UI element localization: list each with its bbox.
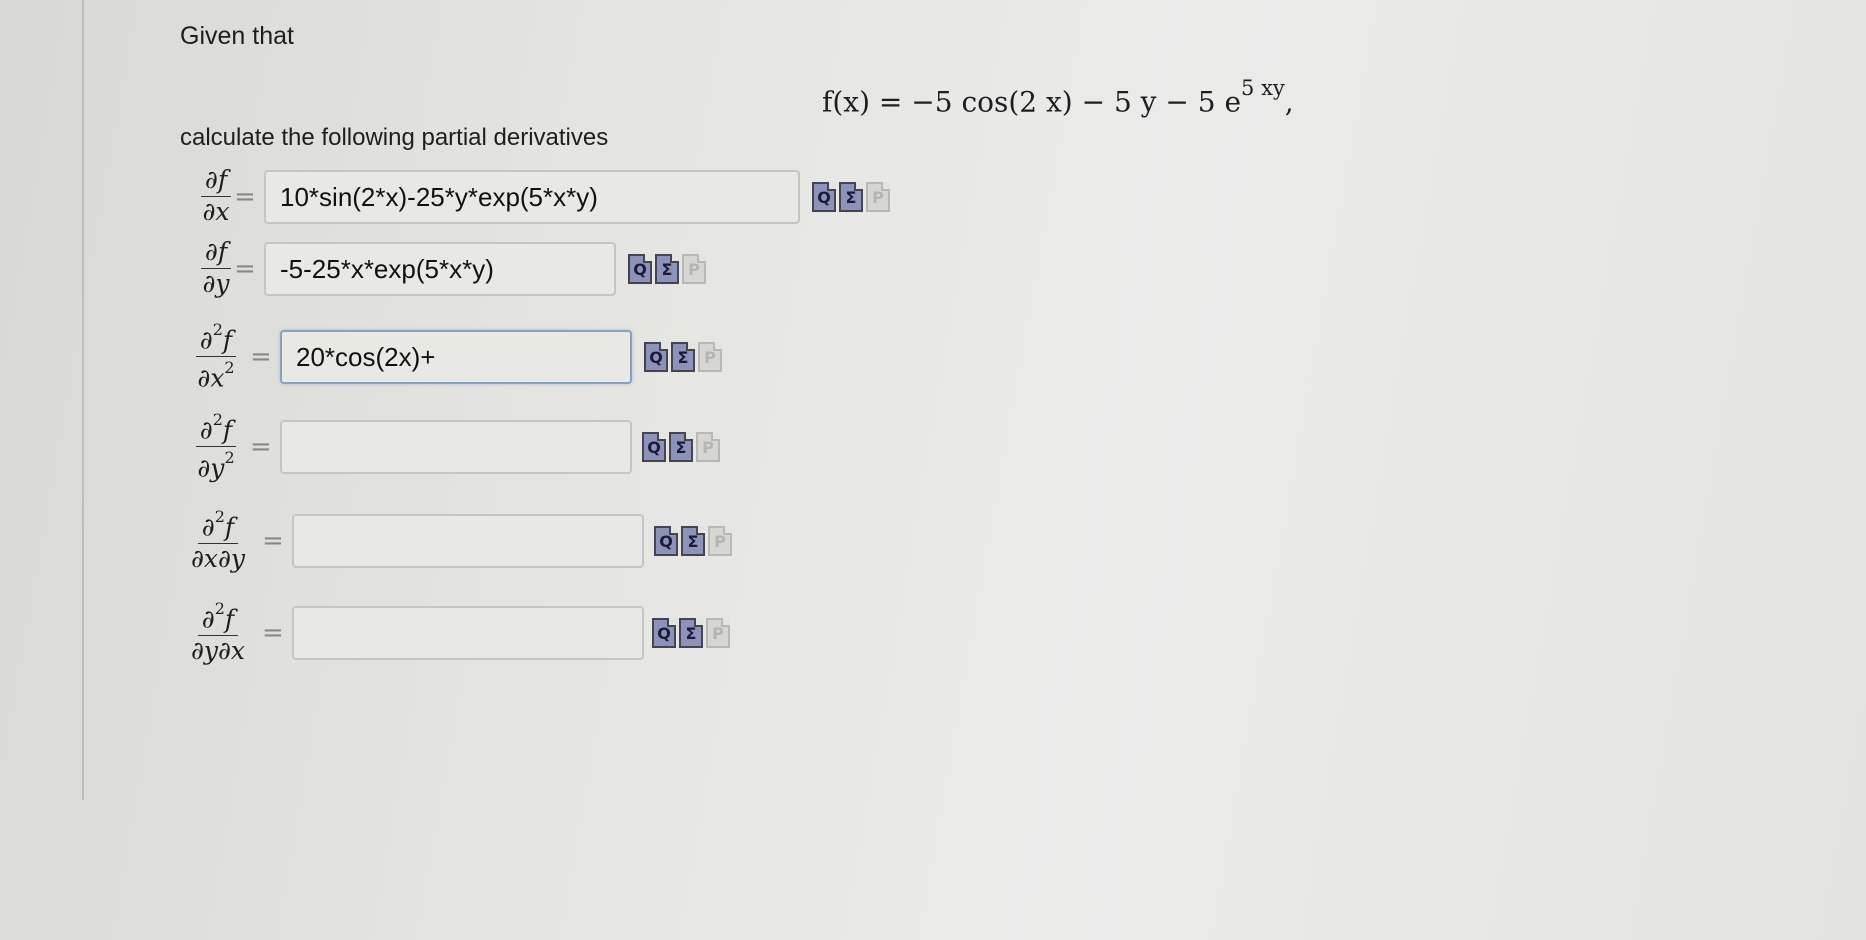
sigma-icon[interactable]: Σ — [681, 526, 705, 556]
p-icon: P — [696, 432, 720, 462]
input-tools: Q Σ P — [654, 526, 732, 556]
fraction-d2f-dx2: ∂2f ∂x2 — [195, 319, 237, 393]
p-icon: P — [706, 618, 730, 648]
instruction-text: calculate the following partial derivati… — [180, 124, 609, 151]
answer-input-fyx[interactable] — [292, 606, 644, 660]
input-tools: Q Σ P — [644, 342, 722, 372]
preview-icon[interactable]: Q — [642, 432, 666, 462]
equals-sign: = — [250, 342, 272, 372]
equals-sign: = — [250, 432, 272, 462]
page-edge — [82, 0, 84, 800]
input-tools: Q Σ P — [628, 254, 706, 284]
sigma-icon[interactable]: Σ — [679, 618, 703, 648]
answer-input-fy[interactable] — [264, 242, 616, 296]
answer-input-fxx[interactable] — [280, 330, 632, 384]
equals-sign: = — [262, 526, 284, 556]
p-icon: P — [708, 526, 732, 556]
preview-icon[interactable]: Q — [628, 254, 652, 284]
sigma-icon[interactable]: Σ — [655, 254, 679, 284]
formula-exponent: 5 xy — [1241, 76, 1285, 100]
sigma-icon[interactable]: Σ — [671, 342, 695, 372]
formula-trail: , — [1284, 85, 1294, 119]
sigma-icon[interactable]: Σ — [669, 432, 693, 462]
sigma-icon[interactable]: Σ — [839, 182, 863, 212]
equals-sign: = — [262, 618, 284, 648]
preview-icon[interactable]: Q — [654, 526, 678, 556]
p-icon: P — [682, 254, 706, 284]
intro-text: Given that — [180, 22, 294, 50]
answer-input-fx[interactable] — [264, 170, 800, 224]
preview-icon[interactable]: Q — [652, 618, 676, 648]
fraction-d2f-dxdy: ∂2f ∂x∂y — [190, 506, 246, 574]
p-icon: P — [866, 182, 890, 212]
answer-input-fxy[interactable] — [292, 514, 644, 568]
function-formula: f(x) = −5 cos(2 x) − 5 y − 5 e5 xy, — [822, 76, 1294, 119]
formula-main: f(x) = −5 cos(2 x) − 5 y − 5 e — [822, 85, 1242, 119]
input-tools: Q Σ P — [812, 182, 890, 212]
preview-icon[interactable]: Q — [644, 342, 668, 372]
fraction-d2f-dydx: ∂2f ∂y∂x — [190, 598, 246, 666]
equals-sign: = — [234, 182, 256, 212]
preview-icon[interactable]: Q — [812, 182, 836, 212]
input-tools: Q Σ P — [652, 618, 730, 648]
equals-sign: = — [234, 254, 256, 284]
answer-input-fyy[interactable] — [280, 420, 632, 474]
fraction-d2f-dy2: ∂2f ∂y2 — [195, 409, 237, 483]
input-tools: Q Σ P — [642, 432, 720, 462]
p-icon: P — [698, 342, 722, 372]
